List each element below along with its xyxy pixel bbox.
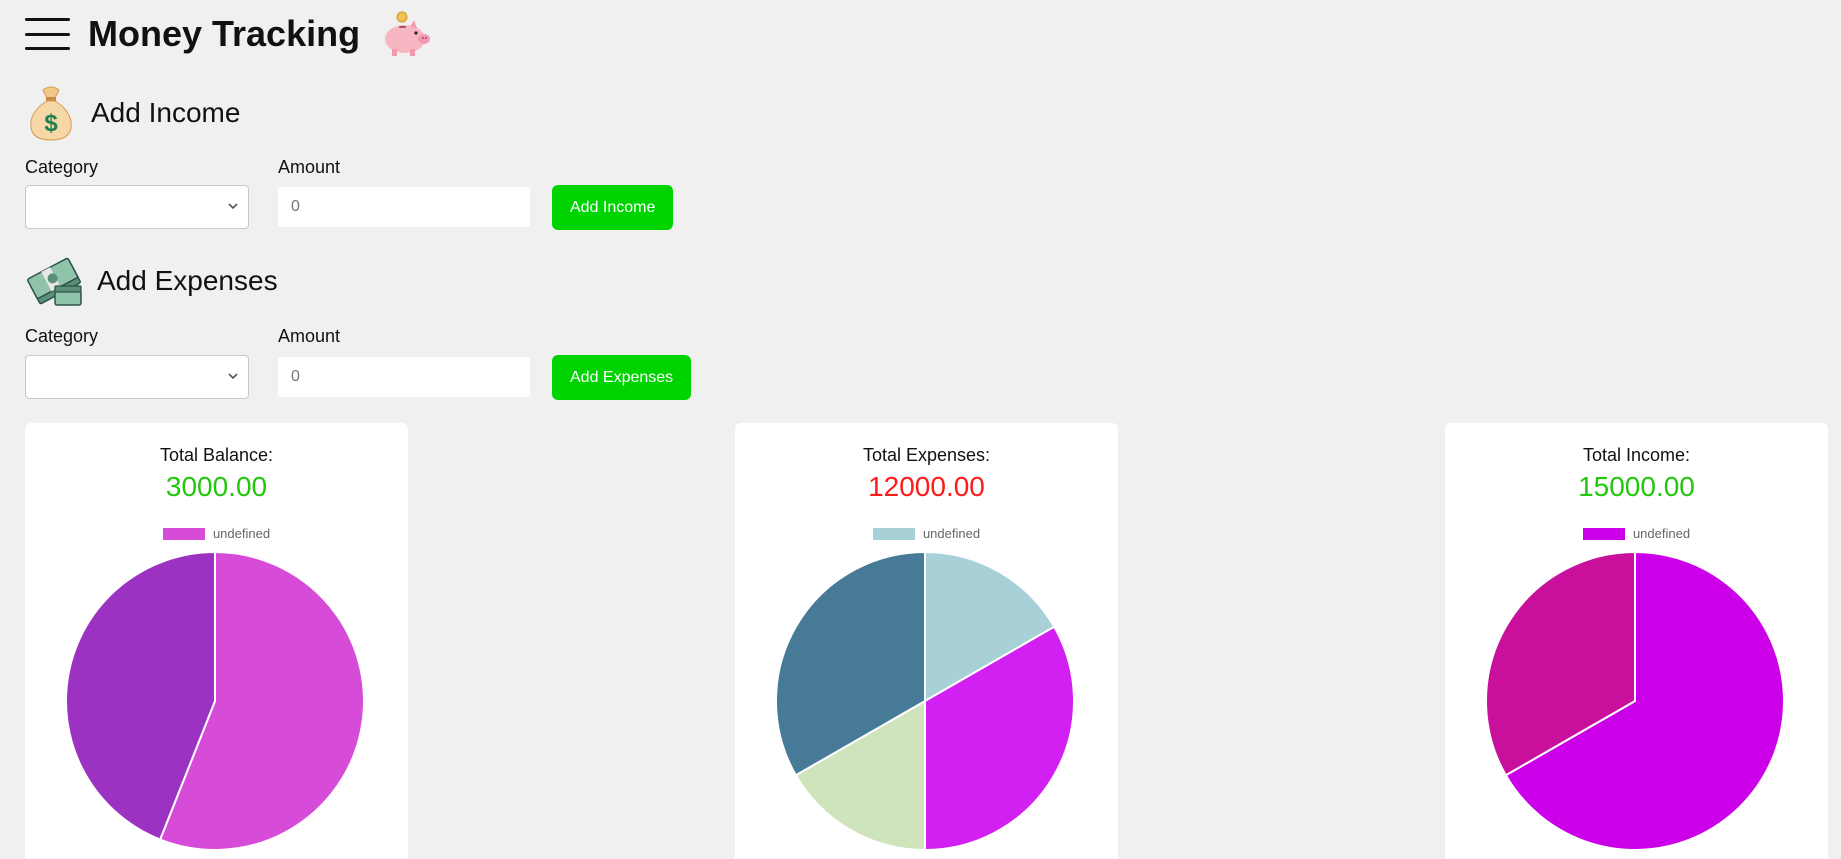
legend-label: undefined <box>1632 526 1691 541</box>
total-income-value: 15000.00 <box>1578 471 1695 502</box>
expense-category-select[interactable] <box>25 355 249 399</box>
app-title: Money Tracking <box>88 13 361 54</box>
total-balance-value: 3000.00 <box>165 471 268 502</box>
chart-legend[interactable]: undefined <box>1445 526 1828 541</box>
total-income-card: Total Income: 15000.00 undefined <box>1445 423 1828 859</box>
income-amount-label: Amount <box>278 157 341 177</box>
total-expenses-card: Total Expenses: 12000.00 undefined <box>735 423 1118 859</box>
legend-label: undefined <box>922 526 981 541</box>
total-balance-card: Total Balance: 3000.00 undefined <box>25 423 408 859</box>
income-section-header: $ Add Income <box>25 84 240 142</box>
total-expenses-value: 12000.00 <box>868 471 985 502</box>
chevron-down-icon <box>228 373 238 380</box>
card-title: Total Income: <box>1582 445 1691 465</box>
chart-legend[interactable]: undefined <box>735 526 1118 541</box>
legend-swatch <box>162 527 205 540</box>
expense-amount-input[interactable] <box>278 357 530 397</box>
chart-legend[interactable]: undefined <box>25 526 408 541</box>
expenses-pie-chart[interactable] <box>775 551 1075 851</box>
legend-swatch <box>1582 527 1625 540</box>
hamburger-menu-icon[interactable] <box>25 18 70 50</box>
expense-category-label: Category <box>25 326 99 346</box>
expense-amount-label: Amount <box>278 326 341 346</box>
expense-section-header: Add Expenses <box>25 253 278 309</box>
money-bag-icon: $ <box>30 86 72 141</box>
money-stack-icon <box>27 257 82 306</box>
income-pie-chart[interactable] <box>1485 551 1785 851</box>
balance-pie-chart[interactable] <box>65 551 365 851</box>
legend-label: undefined <box>212 526 271 541</box>
income-amount-input[interactable] <box>278 187 530 227</box>
card-title: Total Expenses: <box>862 445 991 465</box>
svg-text:$: $ <box>44 110 58 137</box>
income-category-label: Category <box>25 157 99 177</box>
income-category-select[interactable] <box>25 185 249 229</box>
add-income-button[interactable]: Add Income <box>552 185 674 230</box>
app-header: Money Tracking <box>25 11 432 56</box>
income-heading: Add Income <box>91 97 241 128</box>
legend-swatch <box>872 527 915 540</box>
card-title: Total Balance: <box>159 445 274 465</box>
expense-heading: Add Expenses <box>97 265 278 296</box>
add-expenses-button[interactable]: Add Expenses <box>552 355 692 400</box>
chevron-down-icon <box>228 203 238 210</box>
piggy-bank-icon <box>385 11 431 56</box>
